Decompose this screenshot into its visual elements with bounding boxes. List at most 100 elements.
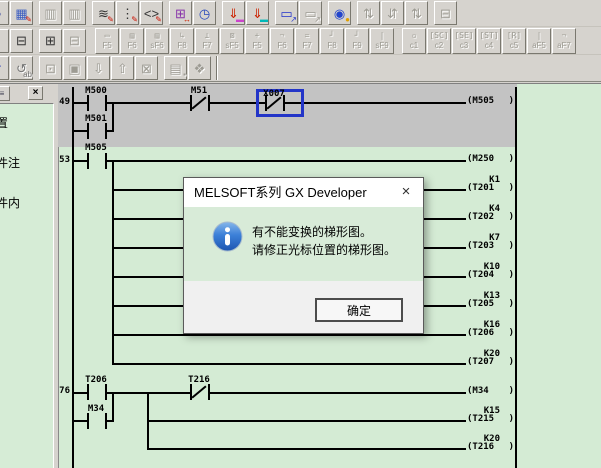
dialog-footer: 确定 [184,281,423,333]
device-test-button[interactable]: <> ✎ [140,1,163,25]
coil-paren [509,415,514,424]
sym-cross-f5-button[interactable]: + F5 [245,28,269,54]
select-frame-button[interactable]: ⊡ [39,56,62,80]
toolbar-icon: ⊡ [45,62,56,75]
copy-block-button[interactable]: ▣ [63,56,86,80]
read-from-plc-button[interactable]: ⇓ ▬ [246,1,269,25]
toolbar-row-2: ↓ ⊟ ⊞ ⊟ ▭ F5 [0,27,601,55]
toolbar-icon-accent: ✎ [131,16,138,24]
toolbar-icon: ⇧ [117,62,128,75]
sym-corner-af7-button[interactable]: ¬ aF7 [552,28,576,54]
function-key-label: F5 [252,41,261,50]
extension-3-button[interactable]: ⇅ [405,1,428,25]
jump-window-2-button[interactable]: ▭ ↗ [299,1,322,25]
sfc-step-c1-button[interactable]: ▫ c1 [402,28,426,54]
jump-partial-button[interactable]: ↱ [0,56,9,80]
function-key-label: aF5 [532,41,546,50]
program-compare-button[interactable]: ⊞ ↔ [169,1,192,25]
toolbar-icon-accent: ↗ [290,16,297,24]
sym-close-contact-sf5-button[interactable]: ⊠ sF5 [220,28,244,54]
coil-label: T215 [467,415,494,424]
toolbar-icon: ↓ [0,34,1,47]
project-tree-item[interactable]: 置 [0,114,8,131]
sym-line-f7-button[interactable]: = F7 [295,28,319,54]
project-tree-panel: ≡ × 置 件注 件内 [0,84,58,468]
toolbar-icon-accent: ▬ [260,16,268,24]
project-tree-item[interactable]: 件注 [0,154,20,171]
function-key-label: F8 [177,41,186,50]
sym-vline-sf9-button[interactable]: | sF9 [370,28,394,54]
toolbar-row-2-left-group: ↓ ⊟ ⊞ ⊟ [0,27,87,54]
find-device-zoom-button[interactable]: ◉ ● [328,1,351,25]
toolbar-icon: ▤ [169,62,181,75]
ladder-symbol-icon: ▤ [155,31,160,41]
sfc-sc-c2-button[interactable]: [SC] c2 [427,28,451,54]
sym-instruction-f8-button[interactable]: ↳ F8 [170,28,194,54]
ladder-symbol-icon: ⊠ [230,31,235,41]
ladder-symbol-icon: ┘ [355,31,360,41]
ladder-symbol-icon: | [380,31,385,41]
sfc-st-c4-button[interactable]: [ST] c4 [477,28,501,54]
coil[interactable]: K15 T215 [458,406,516,432]
message-dialog: MELSOFT系列 GX Developer × [183,177,424,334]
extension-2-button[interactable]: ⇵ [381,1,404,25]
function-key-label: F9 [352,41,361,50]
function-key-label: F7 [202,41,211,50]
clock-setting-button[interactable]: ◷ [193,1,216,25]
delete-block-button[interactable]: ⊠ [135,56,158,80]
rotate-comment-button[interactable]: ↺ ab [10,56,33,80]
sym-vline-af5-button[interactable]: | aF5 [527,28,551,54]
close-icon[interactable]: × [395,178,417,207]
sym-corner-f6-button[interactable]: ¬ F6 [270,28,294,54]
block-partial-button[interactable]: ↓ [0,29,9,53]
extension-1-button[interactable]: ⇅ [357,1,380,25]
ladder-symbol-icon: ┘ [330,31,335,41]
sym-corner-f9-button[interactable]: ┘ F9 [345,28,369,54]
convert-run-button[interactable]: ⋮ ✎ [116,1,139,25]
sym-vertical-f7-button[interactable]: ⊥ F7 [195,28,219,54]
ok-button[interactable]: 确定 [315,298,403,322]
toolbar-icon-accent: ✎ [25,16,32,24]
sfc-r-c5-button[interactable]: [R] c5 [502,28,526,54]
contact-label[interactable]: X007 [256,90,292,99]
coil[interactable]: K20 T216 [458,434,516,460]
function-key-label: c2 [435,41,443,50]
block-exchange-button[interactable]: ⊟ [10,29,33,53]
paste-up-button[interactable]: ⇧ [111,56,134,80]
dialog-message-line2: 请修正光标位置的梯形图。 [252,241,396,259]
convert-button[interactable]: ≋ ✎ [92,1,115,25]
ruler-button[interactable]: ⊟ [434,1,457,25]
paste-down-button[interactable]: ⇩ [87,56,110,80]
toolbar-icon: ◷ [199,7,210,20]
project-tree-item[interactable]: 件内 [0,194,20,211]
ladder-symbol-icon: ▤ [130,31,135,41]
toolbar-icon: ○ [0,7,1,20]
sym-close-branch-sf6-button[interactable]: ▤ sF6 [145,28,169,54]
sym-corner-f8-button[interactable]: ┘ F8 [320,28,344,54]
monitor-mode-button[interactable]: ▥ [39,1,62,25]
ladder-symbol-icon: [R] [507,31,521,41]
sym-open-contact-f5-button[interactable]: ▭ F5 [95,28,119,54]
ladder-symbol-group: ▭ F5 ▤ F6 ▤ sF6 ↳ F8 [95,27,577,54]
toolbar-icon-accent: ↗ [314,16,321,24]
toolbar-icon: ▥ [44,7,56,20]
sidebar-close-button[interactable]: × [28,86,43,100]
block-insert-button[interactable]: ⊟ [63,29,86,53]
ladder-symbol-icon: + [255,31,260,41]
block-grid-button[interactable]: ⊞ [39,29,62,53]
sym-open-branch-f6-button[interactable]: ▤ F6 [120,28,144,54]
monitor-write-mode-button[interactable]: ▥ [63,1,86,25]
ladder-symbol-icon: ↳ [180,31,185,41]
function-key-label: c4 [485,41,493,50]
ladder-edit-button[interactable]: ▦ ✎ [10,1,33,25]
coil[interactable]: M34 [458,378,516,404]
ladder-symbol-icon: | [537,31,542,41]
function-key-label: F7 [302,41,311,50]
jump-window-button[interactable]: ▭ ↗ [275,1,298,25]
toolbar-icon-accent: ↔ [183,16,191,24]
write-to-plc-button[interactable]: ⇓ ▬ [222,1,245,25]
drag-hand-button[interactable]: ❖ [188,56,211,80]
find-icon-partial-button[interactable]: ○ [0,1,9,25]
sfc-se-c3-button[interactable]: [SE] c3 [452,28,476,54]
save-ladder-button[interactable]: ▤ ▪ [164,56,187,80]
